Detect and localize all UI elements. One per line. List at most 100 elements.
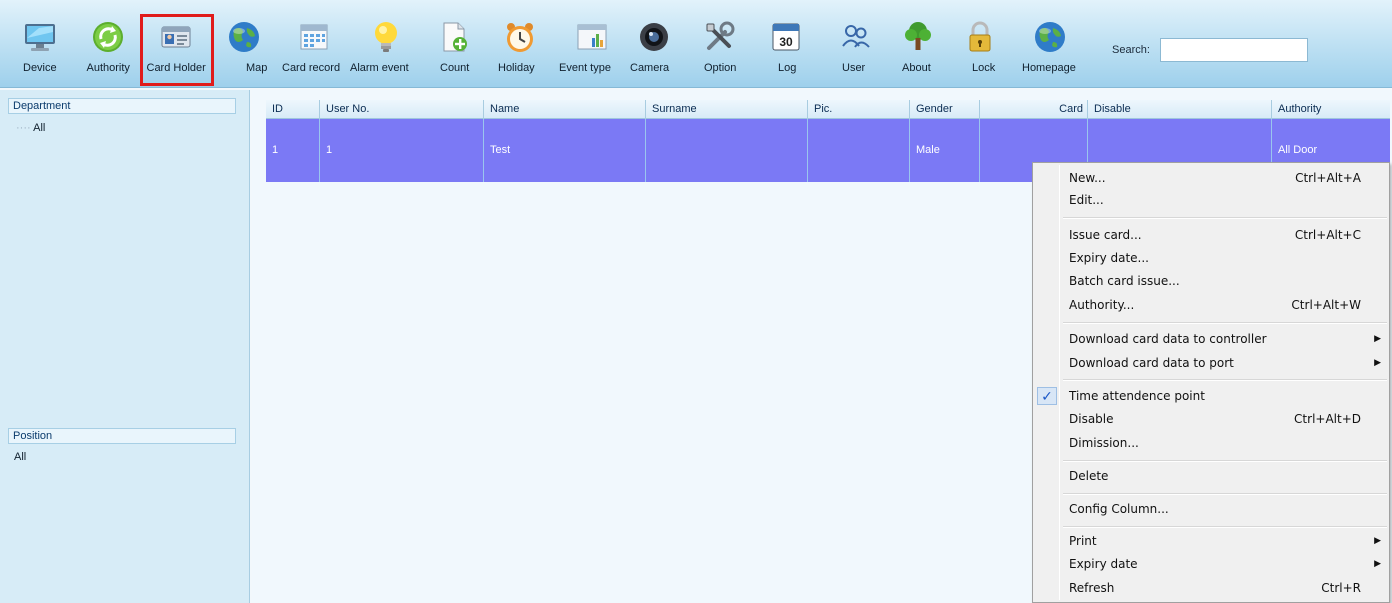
column-header-gender[interactable]: Gender — [910, 100, 980, 119]
menu-separator — [1063, 493, 1387, 495]
green-refresh-icon — [91, 20, 125, 54]
toolbar-device-button[interactable]: Device — [10, 12, 70, 82]
menu-item-dimission[interactable]: Dimission... — [1034, 432, 1389, 454]
toolbar-event-type-button[interactable]: Event type — [559, 12, 622, 82]
toolbar-count-button[interactable]: Count — [424, 12, 484, 82]
menu-item-disable[interactable]: Disable Ctrl+Alt+D — [1034, 408, 1389, 430]
menu-separator — [1063, 379, 1387, 381]
toolbar-holiday-button[interactable]: Holiday — [490, 12, 550, 82]
tree-connector: ···· — [16, 122, 31, 134]
tree-icon — [901, 20, 935, 54]
globe-icon — [227, 20, 261, 54]
cell-pic — [808, 119, 910, 182]
cell-surname — [646, 119, 808, 182]
menu-item-label: Expiry date... — [1069, 251, 1149, 265]
department-tree-item-label: All — [33, 122, 46, 134]
menu-item-authority[interactable]: Authority... Ctrl+Alt+W — [1034, 294, 1389, 316]
alarm-clock-icon — [503, 20, 537, 54]
department-panel-header: Department — [8, 98, 236, 114]
menu-item-shortcut: Ctrl+Alt+W — [1291, 298, 1361, 312]
menu-item-expiry-date-dialog[interactable]: Expiry date... — [1034, 247, 1389, 269]
log-day-text: 30 — [779, 35, 793, 49]
submenu-arrow-icon: ▶ — [1374, 334, 1381, 344]
calendar-grid-icon — [297, 20, 331, 54]
toolbar-option-button[interactable]: Option — [690, 12, 750, 82]
toolbar-authority-label: Authority — [86, 62, 130, 74]
column-header-disable[interactable]: Disable — [1088, 100, 1272, 119]
cell-user-no: 1 — [320, 119, 484, 182]
menu-item-print[interactable]: Print ▶ — [1034, 530, 1389, 552]
toolbar-alarm-event-label: Alarm event — [350, 62, 409, 74]
column-header-surname[interactable]: Surname — [646, 100, 808, 119]
menu-item-label: Edit... — [1069, 193, 1104, 207]
menu-item-config-column[interactable]: Config Column... — [1034, 498, 1389, 520]
menu-item-edit[interactable]: Edit... — [1034, 189, 1389, 211]
tools-icon — [703, 20, 737, 54]
menu-item-expiry-date[interactable]: Expiry date ▶ — [1034, 553, 1389, 575]
column-header-user-no[interactable]: User No. — [320, 100, 484, 119]
column-header-name[interactable]: Name — [484, 100, 646, 119]
toolbar-alarm-event-button[interactable]: Alarm event — [350, 12, 416, 82]
menu-item-label: New... — [1069, 171, 1106, 185]
menu-item-shortcut: Ctrl+Alt+A — [1295, 171, 1361, 185]
submenu-arrow-icon: ▶ — [1374, 536, 1381, 546]
toolbar-map-button[interactable]: Map — [214, 12, 274, 82]
submenu-arrow-icon: ▶ — [1374, 559, 1381, 569]
position-panel-header: Position — [8, 428, 236, 444]
menu-separator — [1063, 460, 1387, 462]
column-header-authority[interactable]: Authority — [1272, 100, 1390, 119]
column-header-id[interactable]: ID — [266, 100, 320, 119]
cell-name: Test — [484, 119, 646, 182]
left-sidebar: Department ···· All Position All — [0, 90, 250, 603]
toolbar-homepage-label: Homepage — [1022, 62, 1076, 74]
menu-item-label: Config Column... — [1069, 502, 1169, 516]
menu-item-label: Disable — [1069, 412, 1114, 426]
toolbar-lock-label: Lock — [972, 62, 996, 74]
toolbar-about-label: About — [902, 62, 931, 74]
menu-item-batch-card-issue[interactable]: Batch card issue... — [1034, 270, 1389, 292]
toolbar-about-button[interactable]: About — [888, 12, 948, 82]
menu-item-new[interactable]: New... Ctrl+Alt+A — [1034, 167, 1389, 189]
search-input[interactable] — [1160, 38, 1308, 62]
menu-item-time-attendence-point[interactable]: ✓ Time attendence point — [1034, 385, 1389, 407]
lightbulb-icon — [369, 20, 403, 54]
menu-item-download-to-port[interactable]: Download card data to port ▶ — [1034, 352, 1389, 374]
menu-item-delete[interactable]: Delete — [1034, 465, 1389, 487]
toolbar-camera-button[interactable]: Camera — [624, 12, 684, 82]
menu-item-label: Batch card issue... — [1069, 274, 1180, 288]
toolbar-user-button[interactable]: User — [826, 12, 886, 82]
toolbar-card-record-button[interactable]: Card record — [282, 12, 344, 82]
toolbar-log-button[interactable]: 30 Log — [756, 12, 816, 82]
toolbar-log-label: Log — [778, 62, 797, 74]
toolbar-option-label: Option — [704, 62, 737, 74]
menu-item-download-to-controller[interactable]: Download card data to controller ▶ — [1034, 328, 1389, 350]
card-holder-highlight-box — [140, 14, 214, 86]
column-header-card[interactable]: Card — [980, 100, 1088, 119]
menu-item-label: Issue card... — [1069, 228, 1142, 242]
menu-item-refresh[interactable]: Refresh Ctrl+R — [1034, 577, 1389, 599]
toolbar-homepage-button[interactable]: Homepage — [1020, 12, 1080, 82]
toolbar-lock-button[interactable]: Lock — [950, 12, 1010, 82]
window-chart-icon — [575, 20, 609, 54]
menu-item-label: Dimission... — [1069, 436, 1139, 450]
position-list-item-all[interactable]: All — [14, 451, 26, 463]
menu-item-shortcut: Ctrl+Alt+D — [1294, 412, 1361, 426]
menu-item-label: Download card data to controller — [1069, 332, 1267, 346]
globe-icon — [1033, 20, 1067, 54]
column-header-pic[interactable]: Pic. — [808, 100, 910, 119]
menu-item-label: Authority... — [1069, 298, 1135, 312]
department-tree-item-all[interactable]: ···· All — [16, 122, 45, 134]
toolbar-authority-button[interactable]: Authority — [78, 12, 138, 82]
toolbar-map-label: Map — [246, 62, 268, 74]
toolbar-event-type-label: Event type — [559, 62, 611, 74]
document-plus-icon — [437, 20, 471, 54]
menu-item-label: Download card data to port — [1069, 356, 1234, 370]
cell-id: 1 — [266, 119, 320, 182]
menu-separator — [1063, 217, 1387, 219]
toolbar-holiday-label: Holiday — [498, 62, 535, 74]
submenu-arrow-icon: ▶ — [1374, 358, 1381, 368]
menu-item-shortcut: Ctrl+Alt+C — [1294, 228, 1361, 242]
menu-item-issue-card[interactable]: Issue card... Ctrl+Alt+C — [1034, 224, 1389, 246]
menu-separator — [1063, 526, 1387, 528]
menu-item-label: Print — [1069, 534, 1097, 548]
